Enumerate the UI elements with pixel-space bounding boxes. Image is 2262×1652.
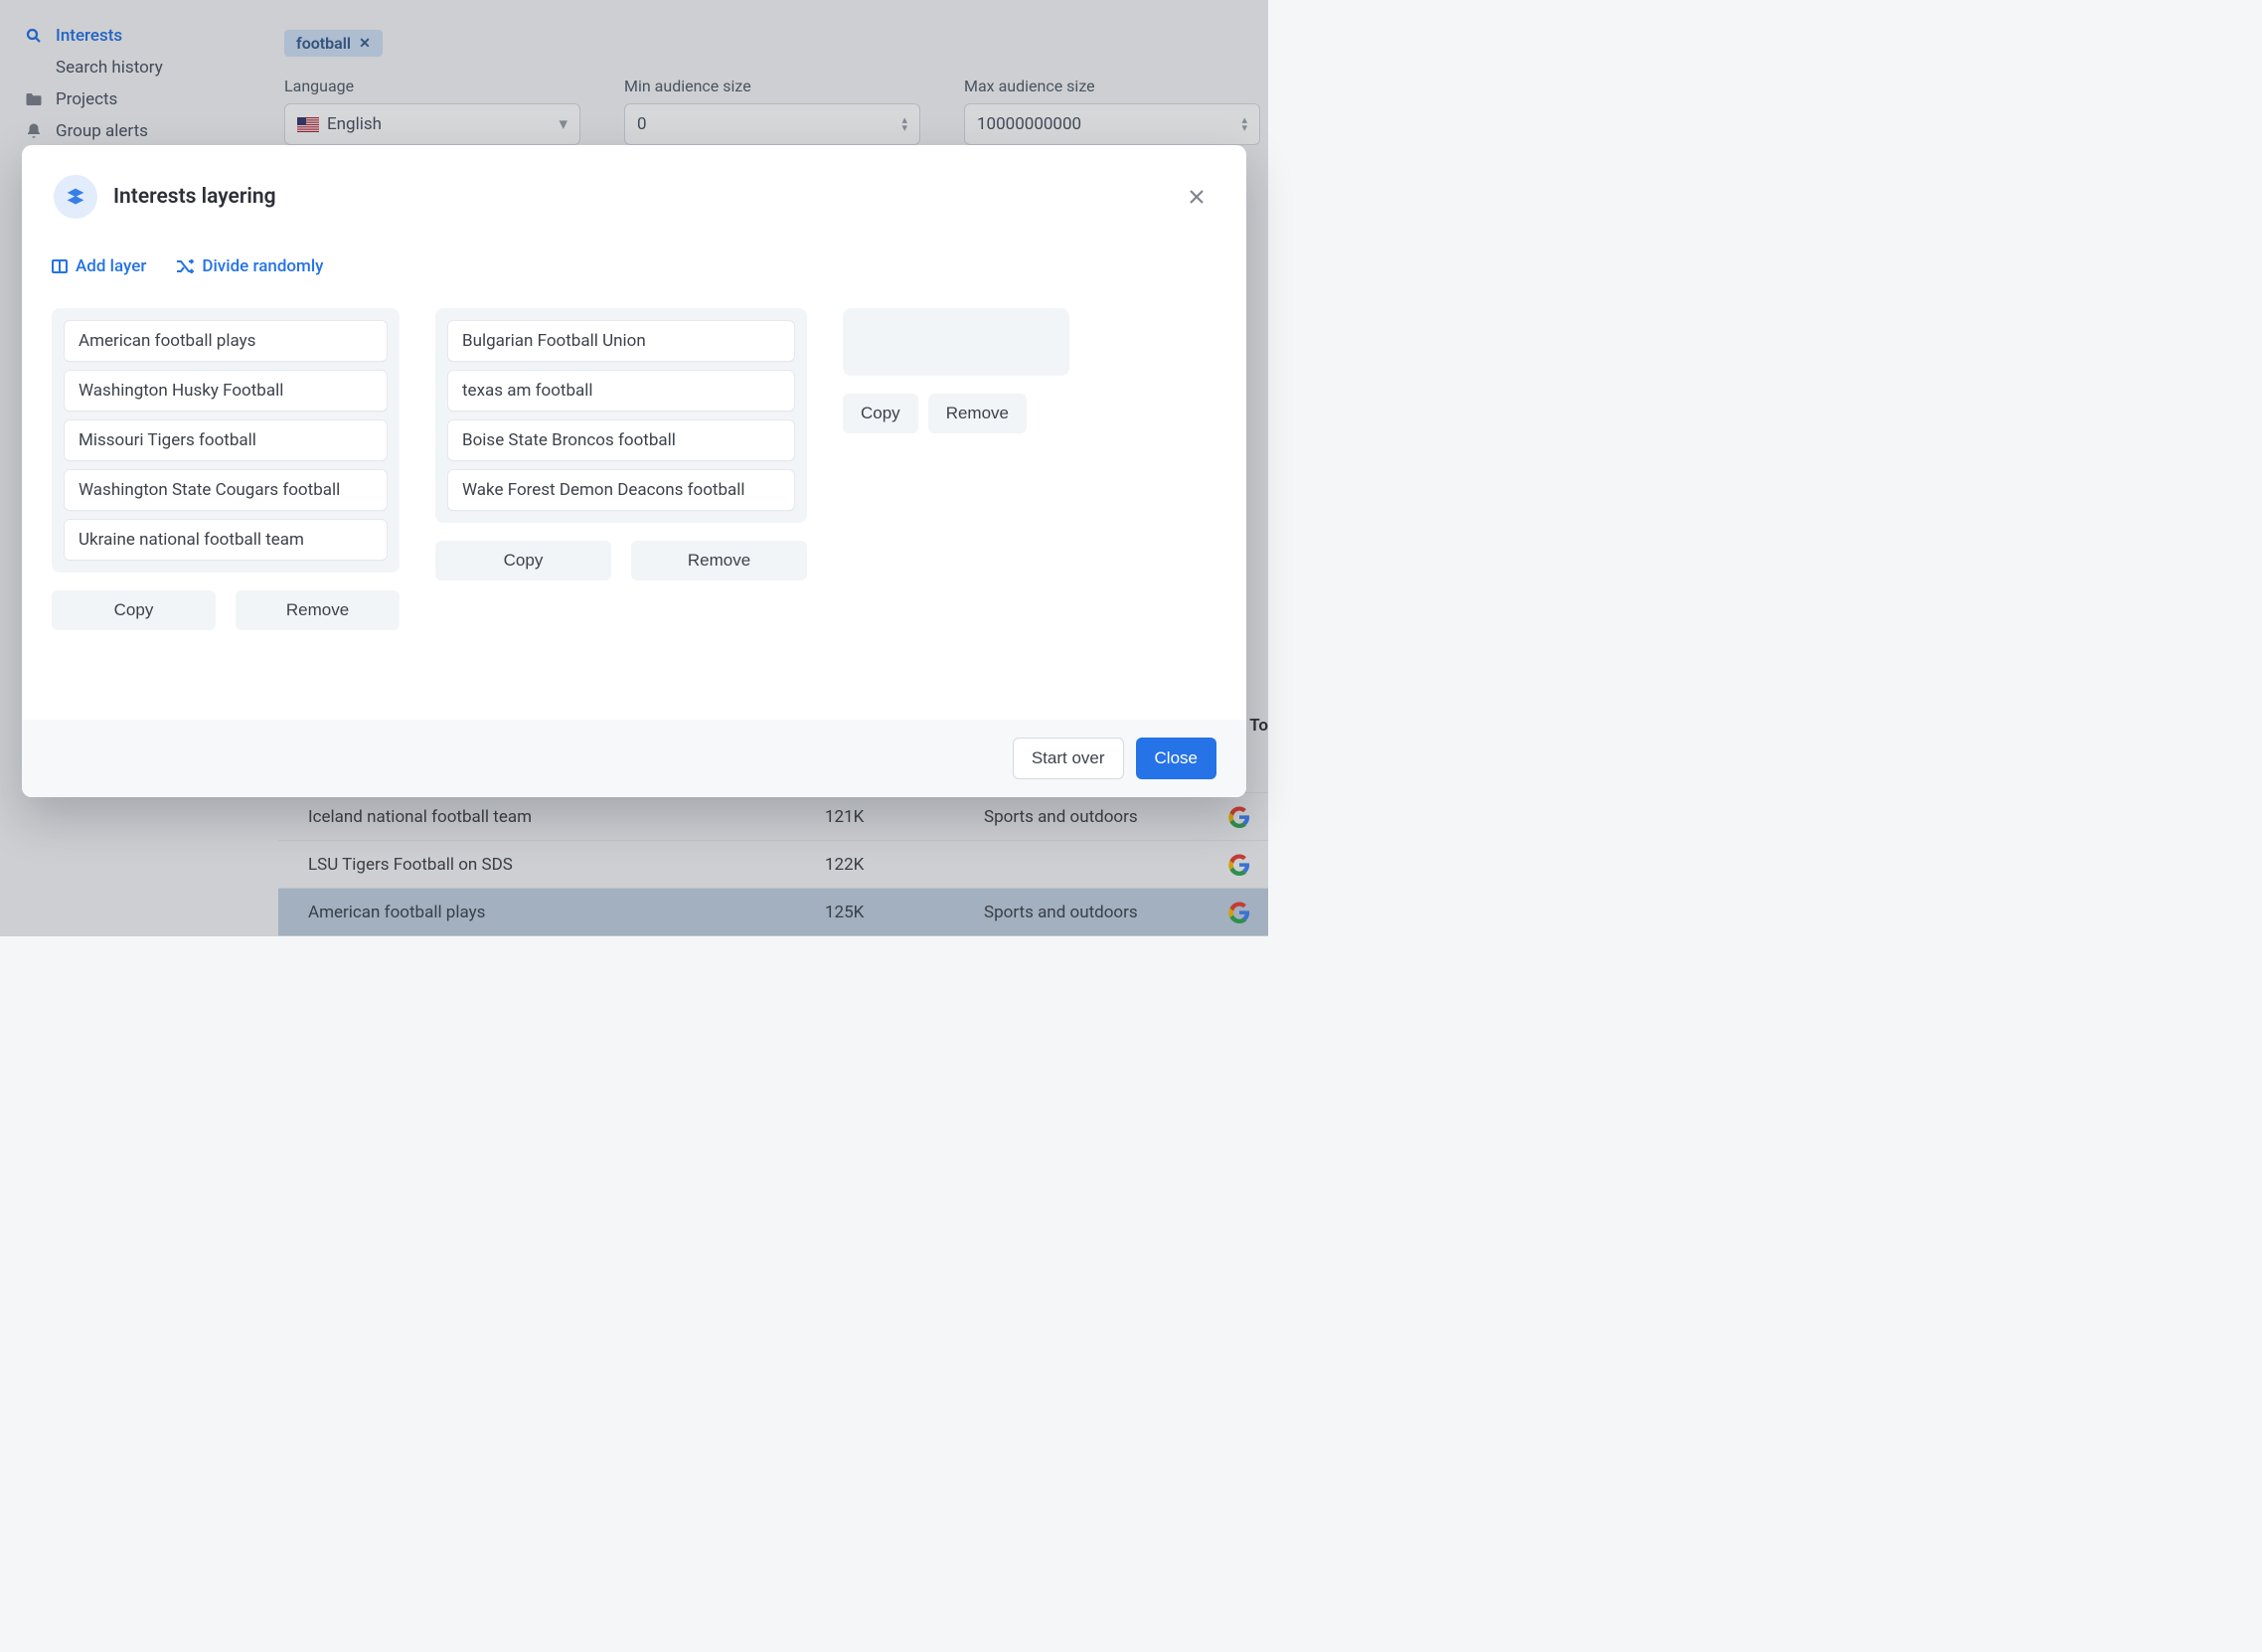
- modal-footer: Start over Close: [22, 720, 1246, 797]
- close-button[interactable]: [1183, 183, 1211, 211]
- interest-card[interactable]: Wake Forest Demon Deacons football: [447, 469, 795, 511]
- interests-layering-modal: Interests layering Add layer Divide rand…: [22, 145, 1246, 797]
- shuffle-icon: [176, 259, 194, 273]
- add-layer-button[interactable]: Add layer: [52, 256, 146, 276]
- interest-label: Wake Forest Demon Deacons football: [462, 480, 745, 500]
- layer-buttons: Copy Remove: [435, 541, 807, 580]
- interest-label: Boise State Broncos football: [462, 430, 676, 450]
- interest-label: Washington Husky Football: [79, 381, 283, 401]
- modal-actions: Add layer Divide randomly: [22, 229, 1246, 276]
- interest-card[interactable]: Boise State Broncos football: [447, 419, 795, 461]
- remove-button[interactable]: Remove: [928, 394, 1027, 433]
- layers-icon: [54, 175, 97, 219]
- close-modal-button[interactable]: Close: [1136, 738, 1216, 779]
- remove-button[interactable]: Remove: [631, 541, 807, 580]
- interest-card[interactable]: Bulgarian Football Union: [447, 320, 795, 362]
- layer-box: Bulgarian Football Union texas am footba…: [435, 308, 807, 523]
- copy-button[interactable]: Copy: [52, 590, 216, 630]
- layer-buttons: Copy Remove: [52, 590, 400, 630]
- interest-label: American football plays: [79, 331, 255, 351]
- copy-button[interactable]: Copy: [435, 541, 611, 580]
- layer-column: American football plays Washington Husky…: [52, 308, 400, 630]
- interest-label: texas am football: [462, 381, 593, 401]
- interest-card[interactable]: Washington State Cougars football: [64, 469, 388, 511]
- divide-randomly-button[interactable]: Divide randomly: [176, 256, 323, 276]
- layer-column-empty: Copy Remove: [843, 308, 1069, 433]
- layer-column: Bulgarian Football Union texas am footba…: [435, 308, 807, 580]
- interest-card[interactable]: Ukraine national football team: [64, 519, 388, 561]
- interest-label: Bulgarian Football Union: [462, 331, 646, 351]
- modal-header: Interests layering: [22, 145, 1246, 229]
- interest-card[interactable]: American football plays: [64, 320, 388, 362]
- interest-card[interactable]: Washington Husky Football: [64, 370, 388, 412]
- layer-box: American football plays Washington Husky…: [52, 308, 400, 573]
- interest-card[interactable]: Missouri Tigers football: [64, 419, 388, 461]
- layer-box-empty[interactable]: [843, 308, 1069, 376]
- interest-card[interactable]: texas am football: [447, 370, 795, 412]
- layer-buttons: Copy Remove: [843, 394, 1069, 433]
- add-layer-label: Add layer: [76, 256, 146, 276]
- modal-title: Interests layering: [113, 185, 276, 209]
- remove-button[interactable]: Remove: [236, 590, 400, 630]
- interest-label: Ukraine national football team: [79, 530, 304, 550]
- start-over-button[interactable]: Start over: [1013, 738, 1124, 779]
- interest-label: Missouri Tigers football: [79, 430, 256, 450]
- copy-button[interactable]: Copy: [843, 394, 918, 433]
- interest-label: Washington State Cougars football: [79, 480, 340, 500]
- columns-icon: [52, 259, 68, 273]
- divide-label: Divide randomly: [202, 256, 323, 276]
- layers-container: American football plays Washington Husky…: [22, 276, 1246, 640]
